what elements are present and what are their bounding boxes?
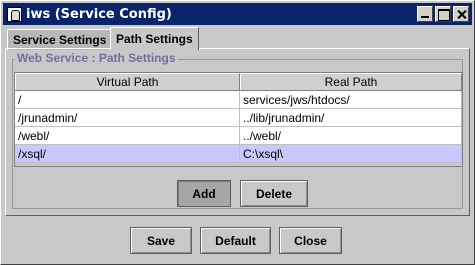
default-button[interactable]: Default — [200, 227, 271, 254]
real-path-cell[interactable]: ../lib/jrunadmin/ — [240, 109, 462, 126]
table-header: Virtual Path Real Path — [15, 73, 462, 91]
virtual-path-cell[interactable]: /xsql/ — [15, 145, 240, 162]
real-path-cell[interactable]: ../webl/ — [240, 127, 462, 144]
window-title: iws (Service Config) — [26, 6, 172, 22]
maximize-icon[interactable] — [435, 6, 451, 22]
save-button[interactable]: Save — [130, 227, 192, 254]
tab-service-settings[interactable]: Service Settings — [7, 29, 113, 50]
table-row-selected[interactable]: /xsql/ C:\xsql\ — [15, 145, 462, 163]
path-table: Virtual Path Real Path / services/jws/ht… — [14, 72, 463, 167]
real-path-cell[interactable]: C:\xsql\ — [240, 145, 462, 162]
title-bar[interactable]: iws (Service Config) — [3, 3, 472, 25]
service-config-window: iws (Service Config) Service Settings Pa… — [0, 0, 475, 265]
delete-button[interactable]: Delete — [240, 180, 308, 207]
tab-path-settings[interactable]: Path Settings — [110, 27, 199, 50]
close-button[interactable]: Close — [279, 227, 342, 254]
virtual-path-cell[interactable]: /jrunadmin/ — [15, 109, 240, 126]
real-path-cell[interactable]: services/jws/htdocs/ — [240, 91, 462, 108]
close-icon[interactable] — [453, 6, 469, 22]
path-settings-group: Web Service : Path Settings Virtual Path… — [12, 51, 463, 209]
column-header-real-path[interactable]: Real Path — [240, 73, 462, 90]
virtual-path-cell[interactable]: /webl/ — [15, 127, 240, 144]
virtual-path-cell[interactable]: / — [15, 91, 240, 108]
table-row[interactable]: / services/jws/htdocs/ — [15, 91, 462, 109]
java-cup-icon — [7, 6, 22, 22]
table-row[interactable]: /webl/ ../webl/ — [15, 127, 462, 145]
tab-panel-path-settings: Web Service : Path Settings Virtual Path… — [5, 48, 470, 216]
table-row[interactable]: /jrunadmin/ ../lib/jrunadmin/ — [15, 109, 462, 127]
minimize-icon[interactable] — [417, 6, 433, 22]
add-button[interactable]: Add — [177, 180, 231, 207]
group-title: Web Service : Path Settings — [15, 51, 178, 65]
column-header-virtual-path[interactable]: Virtual Path — [15, 73, 240, 90]
